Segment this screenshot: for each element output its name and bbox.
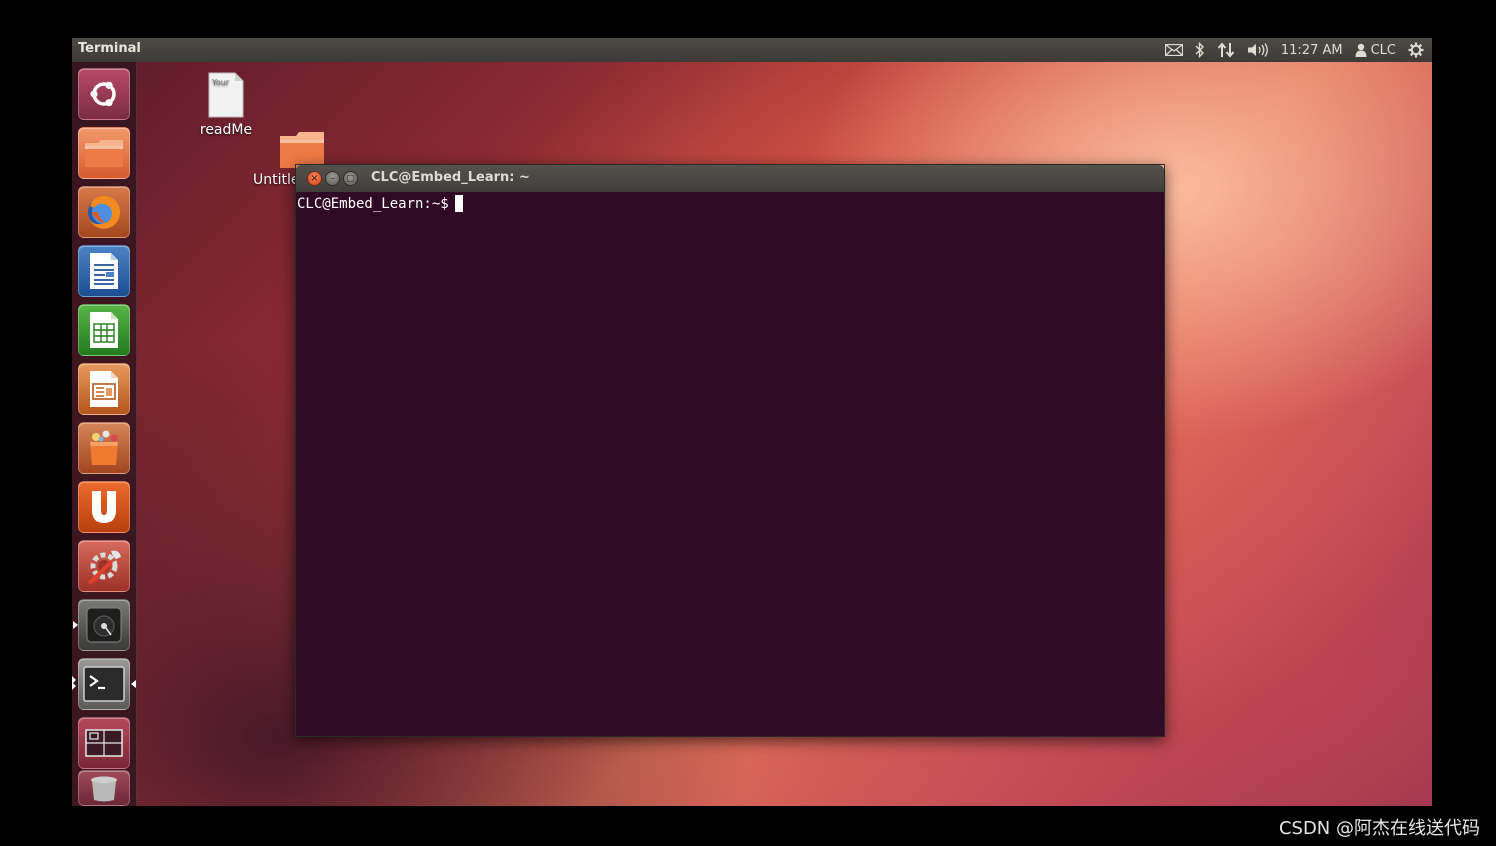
- focus-indicator-right: [131, 680, 136, 688]
- launcher-item-impress[interactable]: [78, 363, 130, 415]
- clock[interactable]: 11:27 AM: [1281, 43, 1343, 58]
- file-thumb-text: Your: [211, 78, 230, 87]
- presentation-icon: [90, 371, 118, 407]
- terminal-window[interactable]: × – □ CLC@Embed_Learn: ~ CLC@Embed_Learn…: [295, 164, 1165, 737]
- bluetooth-icon[interactable]: [1195, 42, 1205, 58]
- writer-document-icon: [90, 253, 118, 289]
- desktop-screen: Terminal 11:27 AM CLC Your readMe Untitl…: [72, 38, 1432, 806]
- terminal-titlebar[interactable]: × – □ CLC@Embed_Learn: ~: [296, 165, 1164, 192]
- running-indicator-left: [72, 682, 76, 690]
- desktop-icon-readme[interactable]: Your readMe: [196, 72, 256, 138]
- launcher-item-trash[interactable]: [78, 770, 130, 806]
- workspace-switcher-icon: [85, 729, 123, 757]
- ubuntu-one-icon: [92, 491, 116, 523]
- running-indicator-left: [73, 621, 78, 629]
- desktop-icon-label: readMe: [199, 122, 253, 138]
- close-button[interactable]: ×: [307, 171, 322, 186]
- launcher-item-software-center[interactable]: [78, 422, 130, 474]
- indicator-area: 11:27 AM CLC: [1164, 38, 1424, 62]
- watermark: CSDN @阿杰在线送代码: [1278, 818, 1480, 839]
- launcher-item-ubuntu-one[interactable]: [78, 481, 130, 533]
- launcher-item-firefox[interactable]: [78, 186, 130, 238]
- launcher-item-writer[interactable]: [78, 245, 130, 297]
- network-icon[interactable]: [1217, 42, 1235, 58]
- user-name: CLC: [1370, 42, 1396, 58]
- minimize-icon: –: [330, 172, 335, 184]
- gear-icon[interactable]: [1408, 42, 1424, 58]
- trash-icon: [91, 776, 117, 802]
- minimize-button[interactable]: –: [325, 171, 340, 186]
- text-file-icon: Your: [208, 72, 244, 118]
- ubuntu-logo-icon: [90, 81, 116, 107]
- terminal-body[interactable]: CLC@Embed_Learn:~$: [296, 192, 1164, 736]
- terminal-prompt: CLC@Embed_Learn:~$: [297, 195, 449, 212]
- launcher-item-files[interactable]: [78, 127, 130, 179]
- volume-icon[interactable]: [1247, 42, 1269, 58]
- launcher: [72, 62, 137, 806]
- launcher-item-system-settings[interactable]: [78, 540, 130, 592]
- terminal-icon: [83, 666, 125, 702]
- launcher-item-disk-manager[interactable]: [78, 599, 130, 651]
- panel-app-title: Terminal: [78, 41, 141, 56]
- mail-icon[interactable]: [1164, 44, 1183, 56]
- folder-icon: [85, 140, 123, 167]
- close-icon: ×: [310, 172, 319, 184]
- maximize-button[interactable]: □: [343, 171, 358, 186]
- terminal-title: CLC@Embed_Learn: ~: [371, 170, 530, 185]
- top-panel: Terminal 11:27 AM CLC: [72, 38, 1432, 62]
- launcher-item-terminal[interactable]: [78, 658, 130, 710]
- shopping-bag-icon: [90, 430, 118, 465]
- firefox-icon: [88, 195, 121, 229]
- user-menu[interactable]: CLC: [1355, 43, 1396, 58]
- launcher-item-calc[interactable]: [78, 304, 130, 356]
- launcher-item-workspaces[interactable]: [78, 717, 130, 769]
- terminal-prompt-line[interactable]: CLC@Embed_Learn:~$: [297, 195, 463, 212]
- terminal-cursor: [454, 195, 463, 212]
- user-icon: [1355, 43, 1367, 57]
- settings-tools-icon: [88, 550, 121, 585]
- launcher-item-dash-home[interactable]: [78, 68, 130, 120]
- spreadsheet-icon: [90, 312, 118, 348]
- maximize-icon: □: [346, 173, 355, 184]
- hard-disk-icon: [86, 607, 122, 643]
